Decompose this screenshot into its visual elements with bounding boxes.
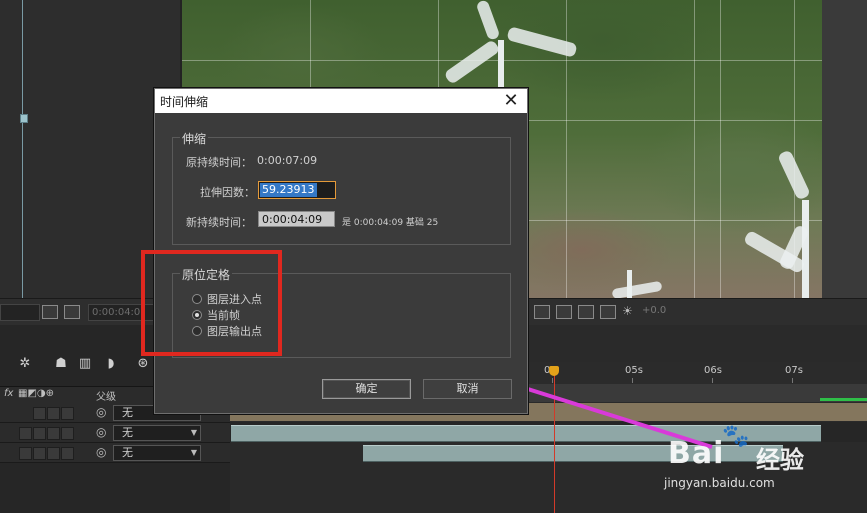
dialog-title: 时间伸缩: [160, 95, 209, 109]
close-icon[interactable]: ✕: [501, 91, 521, 111]
baidu-paw-icon: 🐾: [722, 424, 750, 449]
watermark-logo-text: Bai: [668, 436, 725, 471]
stretch-group: 伸缩 原持续时间： 0:00:07:09 拉伸因数： 59.23913 新持续时…: [172, 130, 511, 245]
new-duration-label: 新持续时间：: [186, 216, 252, 229]
original-duration-label: 原持续时间：: [186, 156, 252, 169]
dialog-titlebar[interactable]: 时间伸缩 ✕: [155, 89, 527, 113]
ok-button[interactable]: 确定: [322, 379, 411, 399]
original-duration-value: 0:00:07:09: [257, 154, 318, 167]
cancel-button[interactable]: 取消: [423, 379, 512, 399]
stretch-factor-label: 拉伸因数：: [200, 186, 255, 199]
watermark-brand-text: 经验: [756, 446, 804, 474]
new-duration-note: 是 0:00:04:09 基础 25: [342, 218, 439, 228]
baidu-jingyan-watermark: Bai 🐾 经验 jingyan.baidu.com: [664, 422, 864, 492]
watermark-url: jingyan.baidu.com: [664, 476, 775, 490]
annotation-highlight-box: [141, 250, 282, 356]
stretch-factor-input[interactable]: 59.23913: [258, 181, 336, 199]
stretch-group-title: 伸缩: [180, 130, 209, 147]
stretch-factor-value: 59.23913: [260, 183, 317, 197]
new-duration-input[interactable]: 0:00:04:09: [258, 211, 335, 227]
